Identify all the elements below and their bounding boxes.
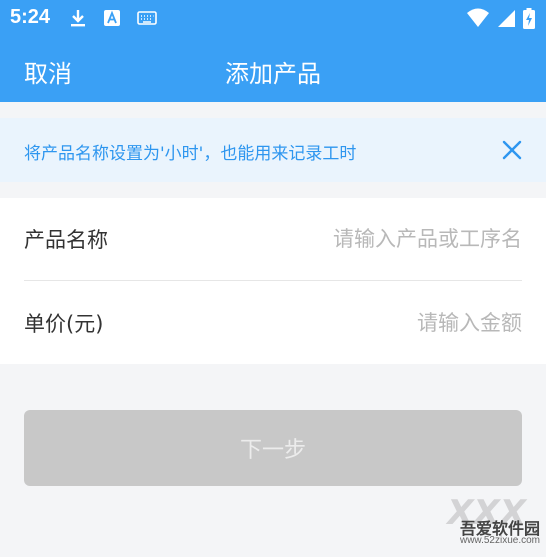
- signal-icon: [498, 10, 515, 27]
- wifi-icon: [467, 8, 489, 27]
- unit-price-input[interactable]: [262, 304, 522, 342]
- watermark-url: www.52zixue.com: [459, 535, 540, 546]
- page-title: 添加产品: [225, 60, 321, 88]
- watermark: XXX 吾爱软件园 www.52zixue.com: [402, 493, 542, 553]
- download-icon: [71, 10, 85, 27]
- notice-banner: 将产品名称设置为'小时'，也能用来记录工时: [0, 118, 546, 182]
- product-name-label: 产品名称: [24, 228, 108, 252]
- keyboard-icon: [137, 11, 157, 25]
- next-step-button[interactable]: 下一步: [24, 410, 522, 486]
- battery-icon: [523, 8, 535, 29]
- status-bar: 5:24: [0, 0, 546, 38]
- app-a-icon: [104, 10, 120, 26]
- product-form: 产品名称 单价(元): [0, 198, 546, 364]
- close-icon[interactable]: [500, 138, 524, 162]
- unit-price-row: 单价(元): [24, 282, 522, 364]
- unit-price-label: 单价(元): [24, 312, 104, 336]
- notice-text: 将产品名称设置为'小时'，也能用来记录工时: [24, 144, 357, 164]
- nav-bar: 取消 添加产品: [0, 38, 546, 102]
- status-time: 5:24: [10, 6, 51, 28]
- product-name-row: 产品名称: [24, 198, 522, 281]
- product-name-input[interactable]: [262, 220, 522, 258]
